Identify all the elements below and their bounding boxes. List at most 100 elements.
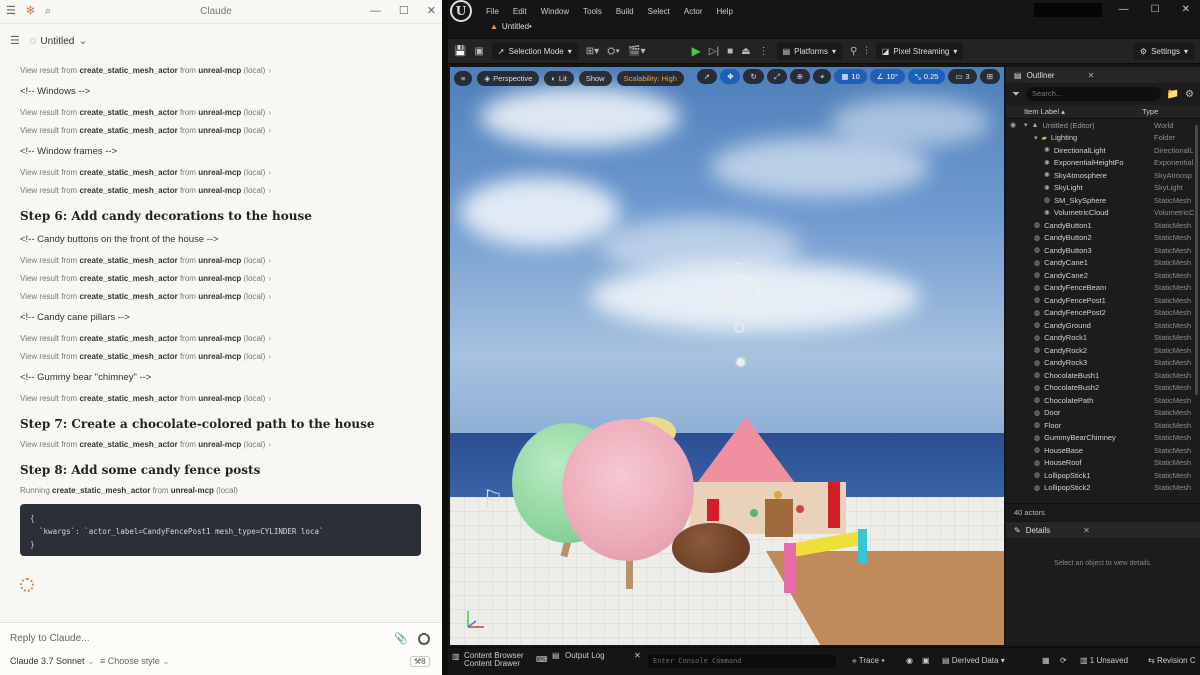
menu-item[interactable]: Edit: [513, 7, 527, 16]
tool-result-link[interactable]: View result from create_static_mesh_acto…: [20, 288, 422, 306]
tool-result-link[interactable]: View result from create_static_mesh_acto…: [20, 182, 422, 200]
outliner-row[interactable]: ◍ CandyRock1 StaticMesh: [1006, 332, 1200, 345]
menu-item[interactable]: Actor: [684, 7, 703, 16]
outliner-search-input[interactable]: Search...: [1026, 87, 1161, 101]
column-type[interactable]: Type: [1142, 107, 1158, 116]
lit-button[interactable]: ◐ Lit: [544, 70, 574, 86]
tool-result-link[interactable]: View result from create_static_mesh_acto…: [20, 390, 422, 408]
tool-result-link[interactable]: View result from create_static_mesh_acto…: [20, 270, 422, 288]
outliner-row[interactable]: ◍ ChocolateBush1 StaticMesh: [1006, 369, 1200, 382]
house-roof[interactable]: [694, 417, 798, 487]
details-tab[interactable]: ✎ Details ✕: [1006, 522, 1200, 538]
outliner-row[interactable]: ◍ CandyFencePost2 StaticMesh: [1006, 307, 1200, 320]
revision-control-button[interactable]: ⇆ Revision C: [1148, 656, 1196, 665]
menu-item[interactable]: Build: [616, 7, 634, 16]
candy-button[interactable]: [796, 505, 804, 513]
stop-icon[interactable]: ■: [727, 46, 733, 57]
filter-icon[interactable]: ⏷: [1012, 89, 1020, 100]
tool-result-link[interactable]: View result from create_static_mesh_acto…: [20, 62, 422, 80]
tool-result-link[interactable]: View result from create_static_mesh_acto…: [20, 436, 422, 454]
outliner-row[interactable]: ◍ ChocolatePath StaticMesh: [1006, 394, 1200, 407]
column-item-label[interactable]: Item Label ▴: [1006, 107, 1142, 116]
candy-fence-post[interactable]: [858, 529, 867, 563]
expand-arrow-icon[interactable]: ▾: [1034, 134, 1038, 142]
outliner-row[interactable]: ✺ SkyAtmosphere SkyAtmosp: [1006, 169, 1200, 182]
scale-tool-icon[interactable]: ⤢: [766, 69, 787, 84]
candy-button[interactable]: [750, 509, 758, 517]
close-icon[interactable]: ✕: [634, 651, 641, 660]
outliner-row[interactable]: ◍ CandyButton2 StaticMesh: [1006, 232, 1200, 245]
style-selector[interactable]: ≡ Choose style ⌄: [100, 656, 170, 667]
select-tool-icon[interactable]: ➚: [696, 69, 718, 84]
console-input[interactable]: Enter Console Command: [648, 655, 836, 668]
perspective-button[interactable]: ◈ Perspective: [477, 70, 540, 86]
tool-result-link[interactable]: View result from create_static_mesh_acto…: [20, 252, 422, 270]
directional-light-icon[interactable]: ✹: [734, 353, 747, 373]
outliner-row[interactable]: ✺ SkyLight SkyLight: [1006, 182, 1200, 195]
outliner-row[interactable]: ◍ CandyButton3 StaticMesh: [1006, 244, 1200, 257]
outliner-row[interactable]: ◍ CandyCane1 StaticMesh: [1006, 257, 1200, 270]
outliner-row[interactable]: ✺ DirectionalLight DirectionalL: [1006, 144, 1200, 157]
translate-tool-icon[interactable]: ✥: [720, 69, 741, 84]
tools-badge[interactable]: ⚒8: [410, 656, 430, 667]
level-tab[interactable]: ▲ Untitled•: [490, 22, 532, 31]
expand-arrow-icon[interactable]: ▾: [1024, 121, 1028, 129]
outliner-row[interactable]: ◍ GummyBearChimney StaticMesh: [1006, 432, 1200, 445]
outliner-scrollbar[interactable]: [1195, 125, 1198, 395]
scale-snap-button[interactable]: ⤡ 0.25: [907, 69, 946, 84]
visibility-eye-icon[interactable]: ◉: [1006, 121, 1018, 129]
candy-cane[interactable]: [707, 499, 719, 521]
outliner-row[interactable]: ◍ Floor StaticMesh: [1006, 419, 1200, 432]
outliner-row[interactable]: ◍ SM_SkySphere StaticMesh: [1006, 194, 1200, 207]
camera-speed-button[interactable]: ▭ 3: [948, 69, 977, 84]
selection-mode-button[interactable]: ➚ Selection Mode ▾: [491, 42, 578, 60]
blueprint-icon[interactable]: ⛭▾: [607, 46, 620, 57]
minimize-icon[interactable]: —: [1119, 4, 1129, 15]
level-viewport[interactable]: ⌒ ⛭ ✹ ⚐ ≡ ◈ Perspective ◐ Lit Show Scalabi…: [450, 67, 1004, 645]
outliner-row[interactable]: ◉ ▾ ▲ Untitled (Editor) World: [1006, 119, 1200, 132]
search-icon[interactable]: ⌕: [45, 6, 51, 17]
outliner-row[interactable]: ◍ Door StaticMesh: [1006, 407, 1200, 420]
unsaved-button[interactable]: ▥ 1 Unsaved: [1080, 656, 1128, 665]
tool-result-link[interactable]: View result from create_static_mesh_acto…: [20, 122, 422, 140]
outliner-row[interactable]: ◍ CandyButton1 StaticMesh: [1006, 219, 1200, 232]
model-selector[interactable]: Claude 3.7 Sonnet ⌄: [10, 656, 95, 667]
build-icon[interactable]: ⚲: [850, 46, 857, 57]
outliner-row[interactable]: ◍ CandyCane2 StaticMesh: [1006, 269, 1200, 282]
menu-item[interactable]: Tools: [583, 7, 602, 16]
viewport-menu-button[interactable]: ≡: [454, 70, 473, 86]
derived-data-button[interactable]: ▤ Derived Data ▾: [942, 656, 1005, 665]
trace-button[interactable]: ⩷ Trace ▾: [852, 656, 885, 666]
content-drawer-icon[interactable]: ▥: [452, 652, 460, 661]
close-icon[interactable]: ✕: [1182, 4, 1190, 15]
outliner-row[interactable]: ◍ CandyFenceBeam StaticMesh: [1006, 282, 1200, 295]
outliner-row[interactable]: ◍ CandyRock3 StaticMesh: [1006, 357, 1200, 370]
minimize-icon[interactable]: —: [370, 6, 381, 17]
maximize-icon[interactable]: ☐: [399, 6, 409, 17]
world-space-icon[interactable]: ⊕: [789, 69, 811, 84]
tool-result-link[interactable]: View result from create_static_mesh_acto…: [20, 348, 422, 366]
record-icon[interactable]: ◉: [906, 656, 913, 665]
outliner-row[interactable]: ✺ ExponentialHeightFo Exponential: [1006, 157, 1200, 170]
outliner-row[interactable]: ◍ LollipopStick1 StaticMesh: [1006, 469, 1200, 482]
play-options-icon[interactable]: ⋮: [759, 46, 769, 57]
sky-atmosphere-icon[interactable]: [724, 275, 760, 311]
source-control-icon[interactable]: ▦: [1042, 656, 1050, 665]
menu-item[interactable]: Window: [541, 7, 569, 16]
unreal-logo-icon[interactable]: U: [450, 0, 472, 22]
output-log-label[interactable]: Output Log: [565, 651, 605, 660]
outliner-row[interactable]: ◍ CandyGround StaticMesh: [1006, 319, 1200, 332]
candy-button[interactable]: [774, 491, 782, 499]
menu-item[interactable]: Select: [648, 7, 670, 16]
add-actor-icon[interactable]: ⊞▾: [586, 46, 599, 57]
show-button[interactable]: Show: [578, 70, 612, 86]
menu-item[interactable]: File: [486, 7, 499, 16]
menu-icon[interactable]: ☰: [6, 6, 16, 17]
pixel-streaming-button[interactable]: ◪ Pixel Streaming ▾: [875, 42, 964, 60]
settings-icon[interactable]: ⚙: [1185, 89, 1194, 100]
tool-result-link[interactable]: View result from create_static_mesh_acto…: [20, 164, 422, 182]
conversation-title-button[interactable]: ◌ Untitled ⌄: [30, 35, 88, 47]
settings-button[interactable]: ⚙ Settings ▾: [1133, 42, 1194, 60]
rotation-snap-button[interactable]: ∠ 10°: [869, 69, 905, 84]
tool-result-link[interactable]: View result from create_static_mesh_acto…: [20, 330, 422, 348]
